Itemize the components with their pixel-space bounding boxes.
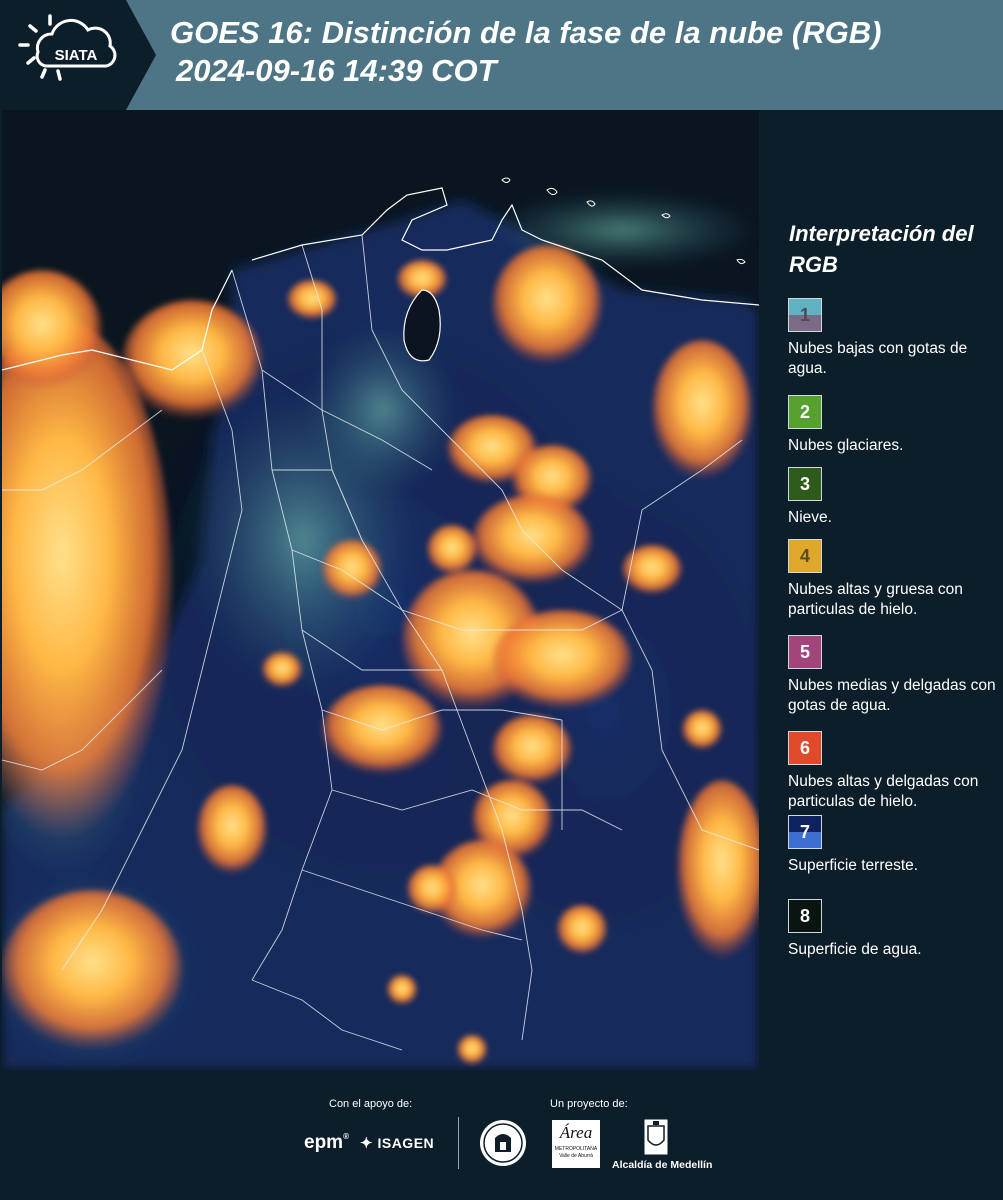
area-metropolitana-logo: Área METROPOLITANA Valle de Aburrá [552, 1120, 600, 1168]
area-logo-text: Área [559, 1123, 593, 1142]
satellite-image [2, 110, 759, 1070]
isagen-star-icon: ✦ [360, 1135, 374, 1152]
header-bar: SIATA GOES 16: Distinción de la fase de … [0, 0, 1003, 110]
legend-swatch: 7 [788, 815, 822, 849]
legend-item-6: 6 Nubes altas y delgadas con particulas d… [788, 731, 998, 812]
legend-swatch: 8 [788, 899, 822, 933]
legend-label: Nubes altas y gruesa con particulas de h… [788, 581, 963, 618]
legend-item-7: 7 Superficie terreste. [788, 815, 998, 876]
isagen-logo: ✦ ISAGEN [360, 1134, 434, 1152]
legend-item-2: 2 Nubes glaciares. [788, 395, 998, 456]
title-timestamp: 2024-09-16 14:39 COT [176, 53, 497, 88]
legend-item-4: 4 Nubes altas y gruesa con particulas de … [788, 539, 998, 620]
siata-logo-text: SIATA [55, 47, 98, 64]
legend-number: 8 [799, 905, 810, 926]
epm-logo-text: epm [304, 1132, 344, 1153]
legend-title: Interpretación del RGB [789, 221, 974, 277]
area-logo-sub: METROPOLITANA [554, 1146, 598, 1152]
legend-label: Nubes altas y delgadas con particulas de… [788, 773, 979, 810]
legend-number: 5 [799, 641, 810, 662]
seal-logo [478, 1118, 528, 1173]
legend-item-8: 8 Superficie de agua. [788, 899, 998, 960]
area-logo-sub2: Valle de Aburrá [559, 1153, 593, 1159]
legend-swatch: 4 [788, 539, 822, 573]
project-caption: Un proyecto de: [550, 1098, 628, 1110]
page-title: GOES 16: Distinción de la fase de la nub… [170, 14, 881, 90]
legend-label: Nubes glaciares. [788, 437, 904, 454]
legend-label: Superficie de agua. [788, 941, 922, 958]
legend-swatch: 5 [788, 635, 822, 669]
legend-item-3: 3 Nieve. [788, 467, 998, 528]
legend-swatch: 2 [788, 395, 822, 429]
legend-label: Nubes bajas con gotas de agua. [788, 340, 968, 377]
alcaldia-shield-icon [643, 1118, 669, 1161]
legend-swatch: 1 [788, 298, 822, 332]
support-caption: Con el apoyo de: [329, 1098, 413, 1110]
footer-divider [458, 1117, 459, 1169]
legend-label: Nubes medias y delgadas con gotas de agu… [788, 677, 996, 714]
epm-logo: epm® [304, 1132, 349, 1153]
legend-number: 1 [799, 304, 810, 325]
legend-number: 2 [799, 401, 810, 422]
legend-item-5: 5 Nubes medias y delgadas con gotas de ag… [788, 635, 998, 716]
isagen-logo-text: ISAGEN [377, 1135, 435, 1151]
legend-number: 4 [799, 545, 810, 566]
alcaldia-label: Alcaldía de Medellín [612, 1159, 713, 1171]
legend-swatch: 3 [788, 467, 822, 501]
legend-number: 6 [799, 737, 810, 758]
legend-number: 3 [799, 473, 810, 494]
legend-label: Superficie terreste. [788, 857, 919, 874]
siata-logo: SIATA [0, 0, 156, 110]
footer-bar: Con el apoyo de: Un proyecto de: epm® ✦ … [0, 1070, 1003, 1200]
legend-panel: Interpretación del RGB 1 Nubes bajas con … [760, 110, 1003, 1070]
legend-label: Nieve. [788, 509, 832, 526]
title-line-1: GOES 16: Distinción de la fase de la nub… [170, 15, 882, 50]
legend-swatch: 6 [788, 731, 822, 765]
legend-number: 7 [799, 821, 810, 842]
legend-item-1: 1 Nubes bajas con gotas de agua. [788, 298, 998, 379]
